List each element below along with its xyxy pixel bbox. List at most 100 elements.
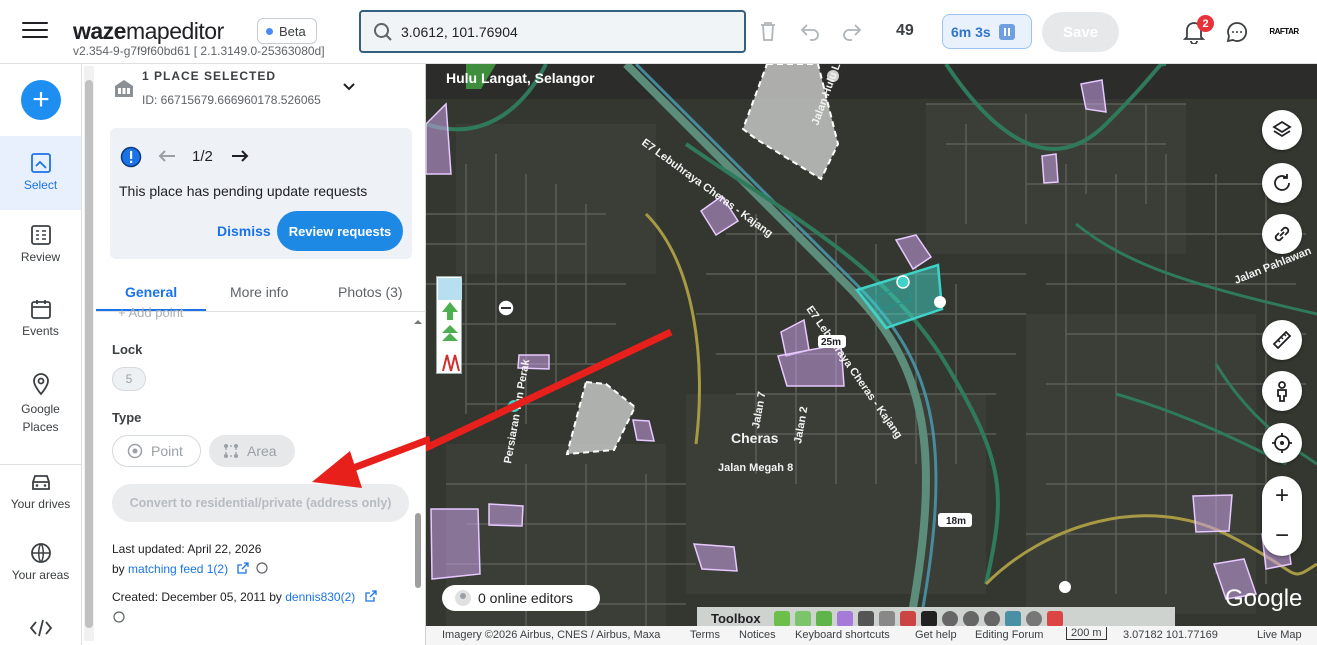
undo-icon[interactable]	[799, 20, 821, 42]
type-area-button[interactable]: Area	[209, 435, 295, 467]
top-bar: wazemapeditor Beta v2.354-9-g7f9f60bd61 …	[0, 0, 1317, 64]
avatar[interactable]: RAFTAR	[1264, 20, 1304, 42]
refresh-button[interactable]	[1262, 163, 1302, 203]
code-icon	[29, 619, 52, 637]
type-label: Type	[112, 410, 142, 425]
map-imagery: E7 Lebuhraya Cheras - Kajang E7 Lebuhray…	[426, 64, 1317, 645]
toolbox-cross-icon[interactable]	[920, 610, 937, 627]
place-id: ID: 66715679.666960178.526065	[142, 93, 321, 107]
tab-more-info[interactable]: More info	[230, 284, 288, 300]
toolbox-ruler-icon[interactable]	[857, 610, 874, 627]
nav-select[interactable]: Select	[0, 136, 81, 210]
nav-review[interactable]: Review	[0, 224, 81, 264]
toolbox-tool-icon[interactable]	[773, 610, 790, 627]
toolbox-scissors-icon[interactable]	[899, 610, 916, 627]
type-point-button[interactable]: Point	[112, 435, 201, 467]
arrow-left-icon[interactable]	[157, 148, 177, 164]
left-nav: + Select Review Events Google Places You…	[0, 64, 82, 645]
street-view-button[interactable]	[1262, 371, 1302, 411]
lock-label: Lock	[112, 342, 143, 357]
selection-title: 1 PLACE SELECTED	[142, 69, 277, 83]
add-point-link[interactable]: + Add point	[118, 305, 183, 320]
zoom-out-button[interactable]: −	[1262, 516, 1302, 556]
created-by-link[interactable]: dennis830(2)	[285, 590, 355, 604]
help-link[interactable]: Get help	[915, 629, 957, 641]
review-icon	[30, 225, 51, 245]
updated-by-row: by matching feed 1(2)	[112, 562, 268, 576]
last-updated-text: Last updated: April 22, 2026	[112, 542, 262, 556]
panel-scrollbar[interactable]	[84, 66, 94, 641]
tab-general[interactable]: General	[125, 284, 177, 300]
pending-pager: 1/2	[192, 148, 213, 165]
toolbox-copy-icon[interactable]	[878, 610, 895, 627]
nav-google-places[interactable]: Google Places	[0, 372, 81, 436]
lock-level-chip[interactable]: 5	[112, 367, 146, 391]
ruler-icon	[1272, 330, 1292, 350]
nav-your-areas[interactable]: Your areas	[0, 542, 81, 582]
zoom-in-button[interactable]: +	[1262, 476, 1302, 516]
place-building-icon	[115, 80, 133, 97]
pause-icon[interactable]	[998, 23, 1015, 40]
map-canvas[interactable]: E7 Lebuhraya Cheras - Kajang E7 Lebuhray…	[426, 64, 1317, 645]
beta-dot-icon	[266, 27, 273, 35]
permalink-button[interactable]	[1262, 214, 1302, 254]
google-logo: Google	[1225, 585, 1303, 612]
map-location-title: Hulu Langat, Selangor	[446, 70, 595, 86]
chat-icon[interactable]	[1226, 21, 1248, 43]
save-button[interactable]: Save	[1042, 12, 1119, 52]
pegman-icon	[1277, 381, 1287, 402]
locate-me-button[interactable]	[1262, 423, 1302, 463]
toolbox-shape-icon[interactable]	[1004, 610, 1021, 627]
nav-events[interactable]: Events	[0, 298, 81, 338]
beta-badge: Beta	[257, 18, 317, 44]
dismiss-button[interactable]: Dismiss	[217, 223, 271, 239]
search-input[interactable]	[401, 23, 721, 40]
updated-by-link[interactable]: matching feed 1(2)	[128, 562, 228, 576]
forum-link[interactable]: Editing Forum	[975, 629, 1043, 641]
live-map-link[interactable]: Live Map	[1257, 629, 1302, 641]
toolbox-check-icon[interactable]	[815, 610, 832, 627]
search-box[interactable]	[359, 10, 746, 53]
tab-photos[interactable]: Photos (3)	[338, 284, 403, 300]
edit-count: 49	[896, 22, 914, 39]
online-editors-pill[interactable]: 0 online editors	[442, 585, 600, 611]
toolbox-circle3-icon[interactable]	[983, 610, 1000, 627]
menu-icon[interactable]	[22, 22, 48, 42]
nav-code[interactable]	[0, 618, 81, 642]
notices-link[interactable]: Notices	[739, 629, 776, 641]
review-requests-button[interactable]: Review requests	[277, 211, 403, 251]
zoom-control: + −	[1262, 476, 1302, 556]
select-icon	[30, 153, 51, 173]
toolbox-circle2-icon[interactable]	[962, 610, 979, 627]
redo-icon[interactable]	[841, 20, 863, 42]
toolbox-pen-icon[interactable]	[1046, 610, 1063, 627]
message-icon[interactable]	[113, 611, 125, 623]
nav-your-drives[interactable]: Your drives	[0, 464, 81, 511]
crosshair-icon	[1272, 433, 1292, 453]
layers-button[interactable]	[1262, 110, 1302, 150]
toolbox-circle4-icon[interactable]	[1025, 610, 1042, 627]
trash-icon[interactable]	[758, 20, 778, 42]
chevron-down-icon[interactable]	[343, 82, 355, 92]
toolbox-check2-icon[interactable]	[836, 610, 853, 627]
toolbox-lock-icon[interactable]	[794, 610, 811, 627]
layers-icon	[1272, 120, 1292, 138]
arrow-right-icon[interactable]	[230, 148, 250, 164]
toolbox-circle1-icon[interactable]	[941, 610, 958, 627]
svg-text:Cheras: Cheras	[731, 430, 779, 446]
terms-link[interactable]: Terms	[690, 629, 720, 641]
message-icon[interactable]	[256, 562, 268, 574]
external-link-icon[interactable]	[364, 590, 377, 602]
layer-legend	[436, 276, 462, 374]
session-timer[interactable]: 6m 3s	[942, 14, 1032, 49]
external-link-icon[interactable]	[237, 562, 250, 574]
alert-icon	[120, 146, 142, 168]
map-footer: Imagery ©2026 Airbus, CNES / Airbus, Max…	[426, 626, 1317, 645]
add-button[interactable]: +	[21, 80, 61, 120]
pending-requests-card: 1/2 This place has pending update reques…	[110, 128, 412, 259]
annotation-arrow-icon	[312, 435, 430, 488]
measure-button[interactable]	[1262, 320, 1302, 360]
shortcuts-link[interactable]: Keyboard shortcuts	[795, 629, 890, 641]
app-logo: wazemapeditor	[73, 18, 224, 44]
svg-text:18m: 18m	[946, 516, 966, 527]
